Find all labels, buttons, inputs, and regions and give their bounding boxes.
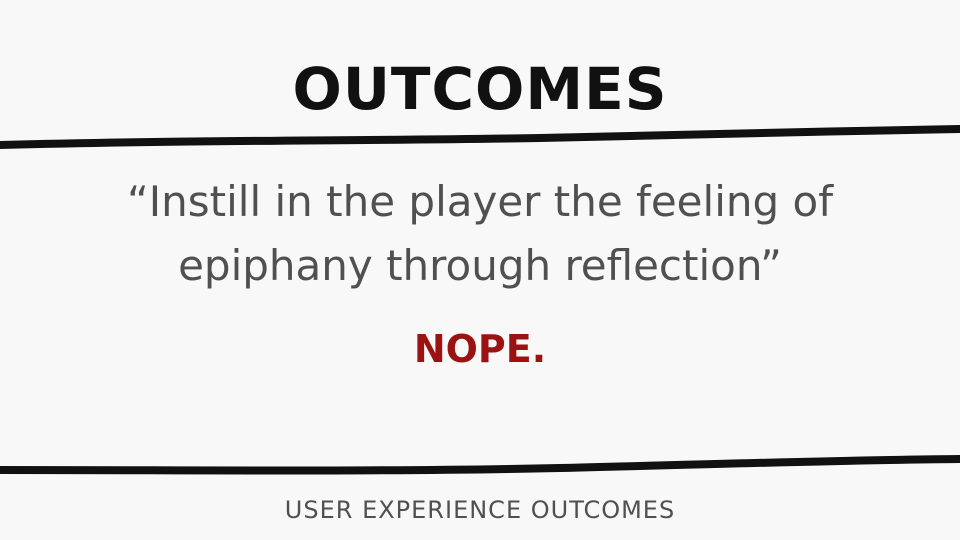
slide: OUTCOMES “Instill in the player the feel… — [0, 0, 960, 540]
bottom-divider-line — [0, 455, 960, 475]
slide-footer: USER EXPERIENCE OUTCOMES — [284, 496, 676, 524]
